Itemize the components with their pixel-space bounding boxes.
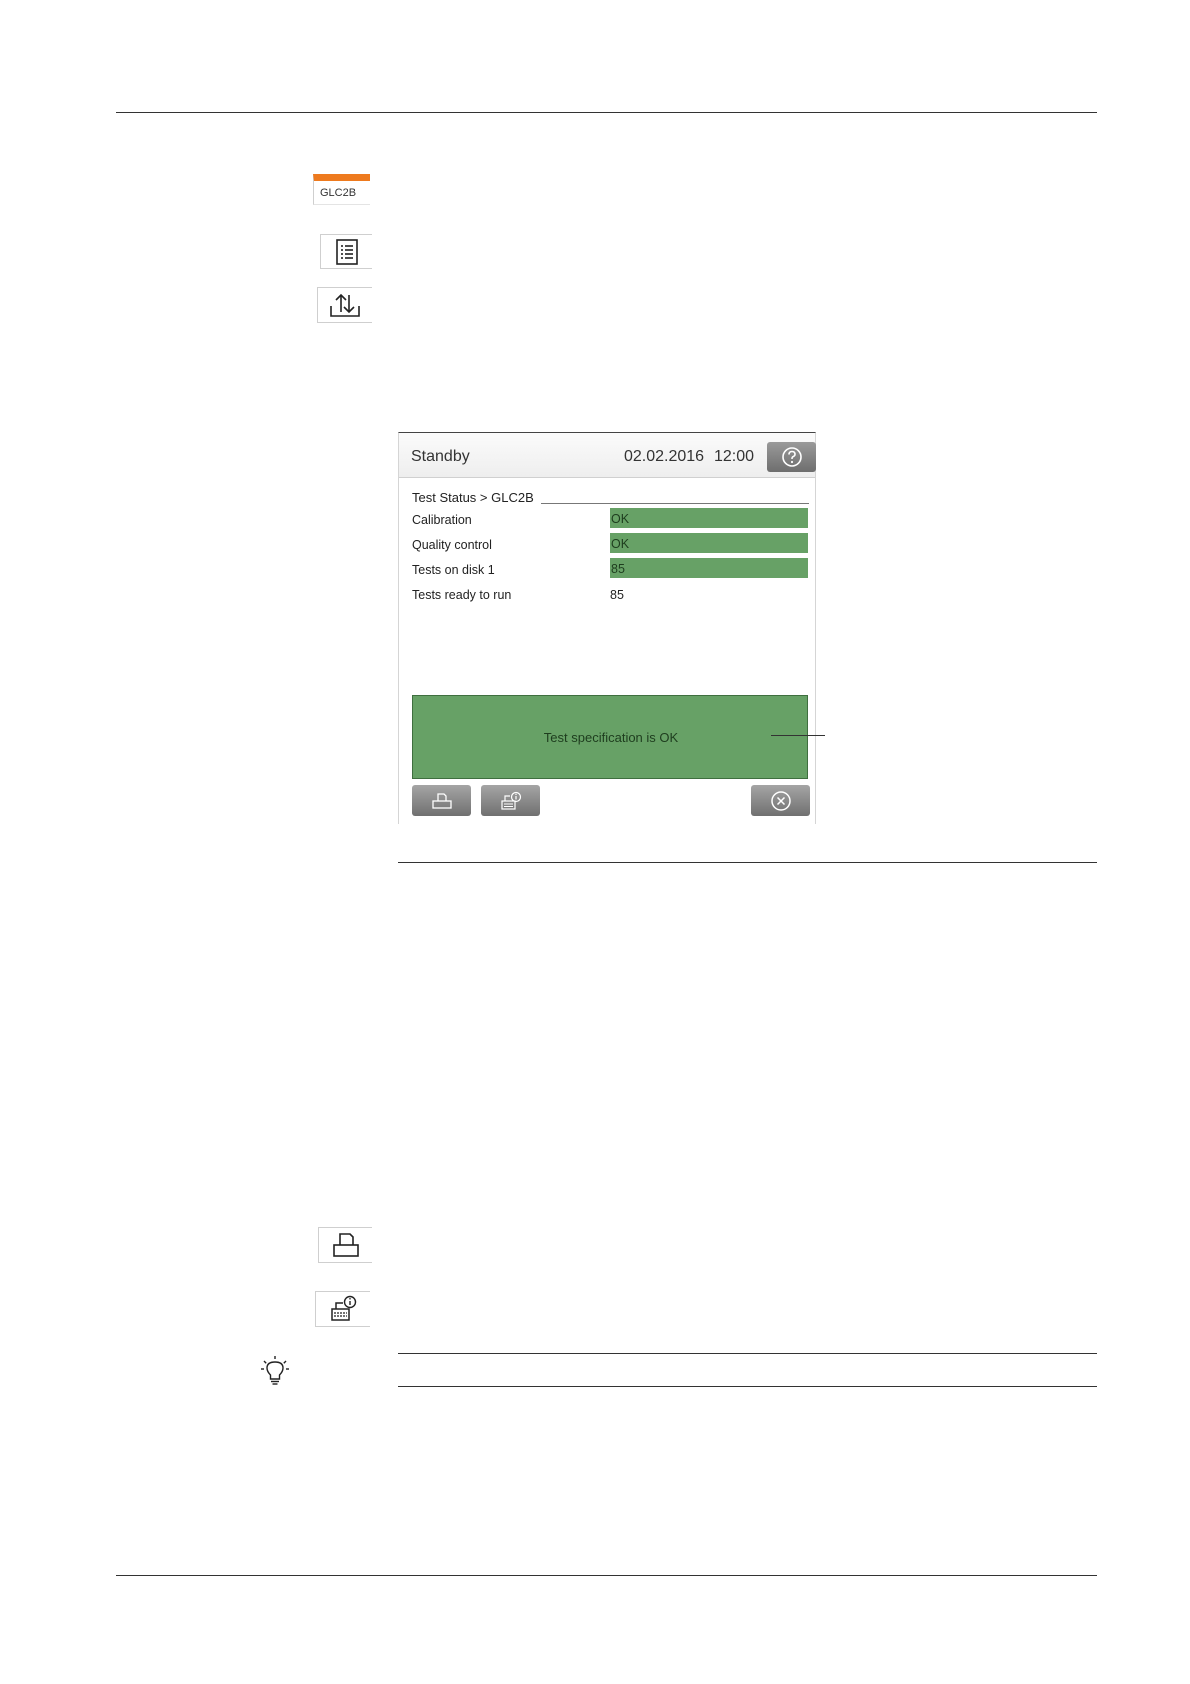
lightbulb-icon: [261, 1356, 289, 1385]
help-icon: [781, 447, 802, 467]
screen-header: Standby 02.02.2016 12:00: [399, 433, 816, 478]
callout-line: [771, 735, 825, 736]
upload-download-icon: [330, 293, 360, 317]
row-value-tests-on-disk: 85: [610, 558, 808, 578]
bottom-rule: [116, 1575, 1097, 1576]
row-value-calibration: OK: [610, 508, 808, 528]
close-button[interactable]: [751, 785, 810, 816]
row-label-tests-on-disk: Tests on disk 1: [412, 563, 495, 577]
row-value-tests-ready: 85: [610, 588, 624, 602]
top-rule: [116, 112, 1097, 113]
print-button[interactable]: [412, 785, 471, 816]
transfer-icon-box: [317, 287, 372, 323]
list-icon: [335, 238, 358, 265]
date-text: 02.02.2016: [624, 448, 705, 465]
printer-info-icon-large: [331, 1295, 357, 1321]
printer-info-icon-box: [315, 1291, 370, 1327]
row-value-quality-control: OK: [610, 533, 808, 553]
status-text: Standby: [411, 448, 470, 465]
print-icon-box: [318, 1227, 372, 1263]
print-icon-large: [332, 1233, 359, 1257]
printer-info-button[interactable]: [481, 785, 540, 816]
glc2b-tab-icon: GLC2B: [313, 174, 370, 205]
time-text: 12:00: [714, 448, 755, 465]
row-label-calibration: Calibration: [412, 513, 472, 527]
message-box: Test specification is OK: [412, 695, 808, 779]
device-screen: Standby 02.02.2016 12:00 Test Status > G…: [398, 432, 825, 824]
tip-bottom-rule: [398, 1386, 1097, 1387]
row-label-tests-ready: Tests ready to run: [412, 588, 512, 602]
help-button[interactable]: [767, 442, 816, 472]
print-icon: [431, 792, 452, 809]
glc-tab-label: GLC2B: [320, 187, 357, 199]
breadcrumb-divider: [541, 503, 809, 504]
printer-info-icon: [500, 791, 521, 810]
list-icon-box: [320, 234, 372, 269]
close-icon: [770, 790, 791, 811]
figure-rule: [398, 862, 1097, 863]
tip-top-rule: [398, 1353, 1097, 1354]
row-label-quality-control: Quality control: [412, 538, 492, 552]
message-text: Test specification is OK: [543, 730, 679, 745]
breadcrumb: Test Status > GLC2B: [412, 490, 534, 505]
